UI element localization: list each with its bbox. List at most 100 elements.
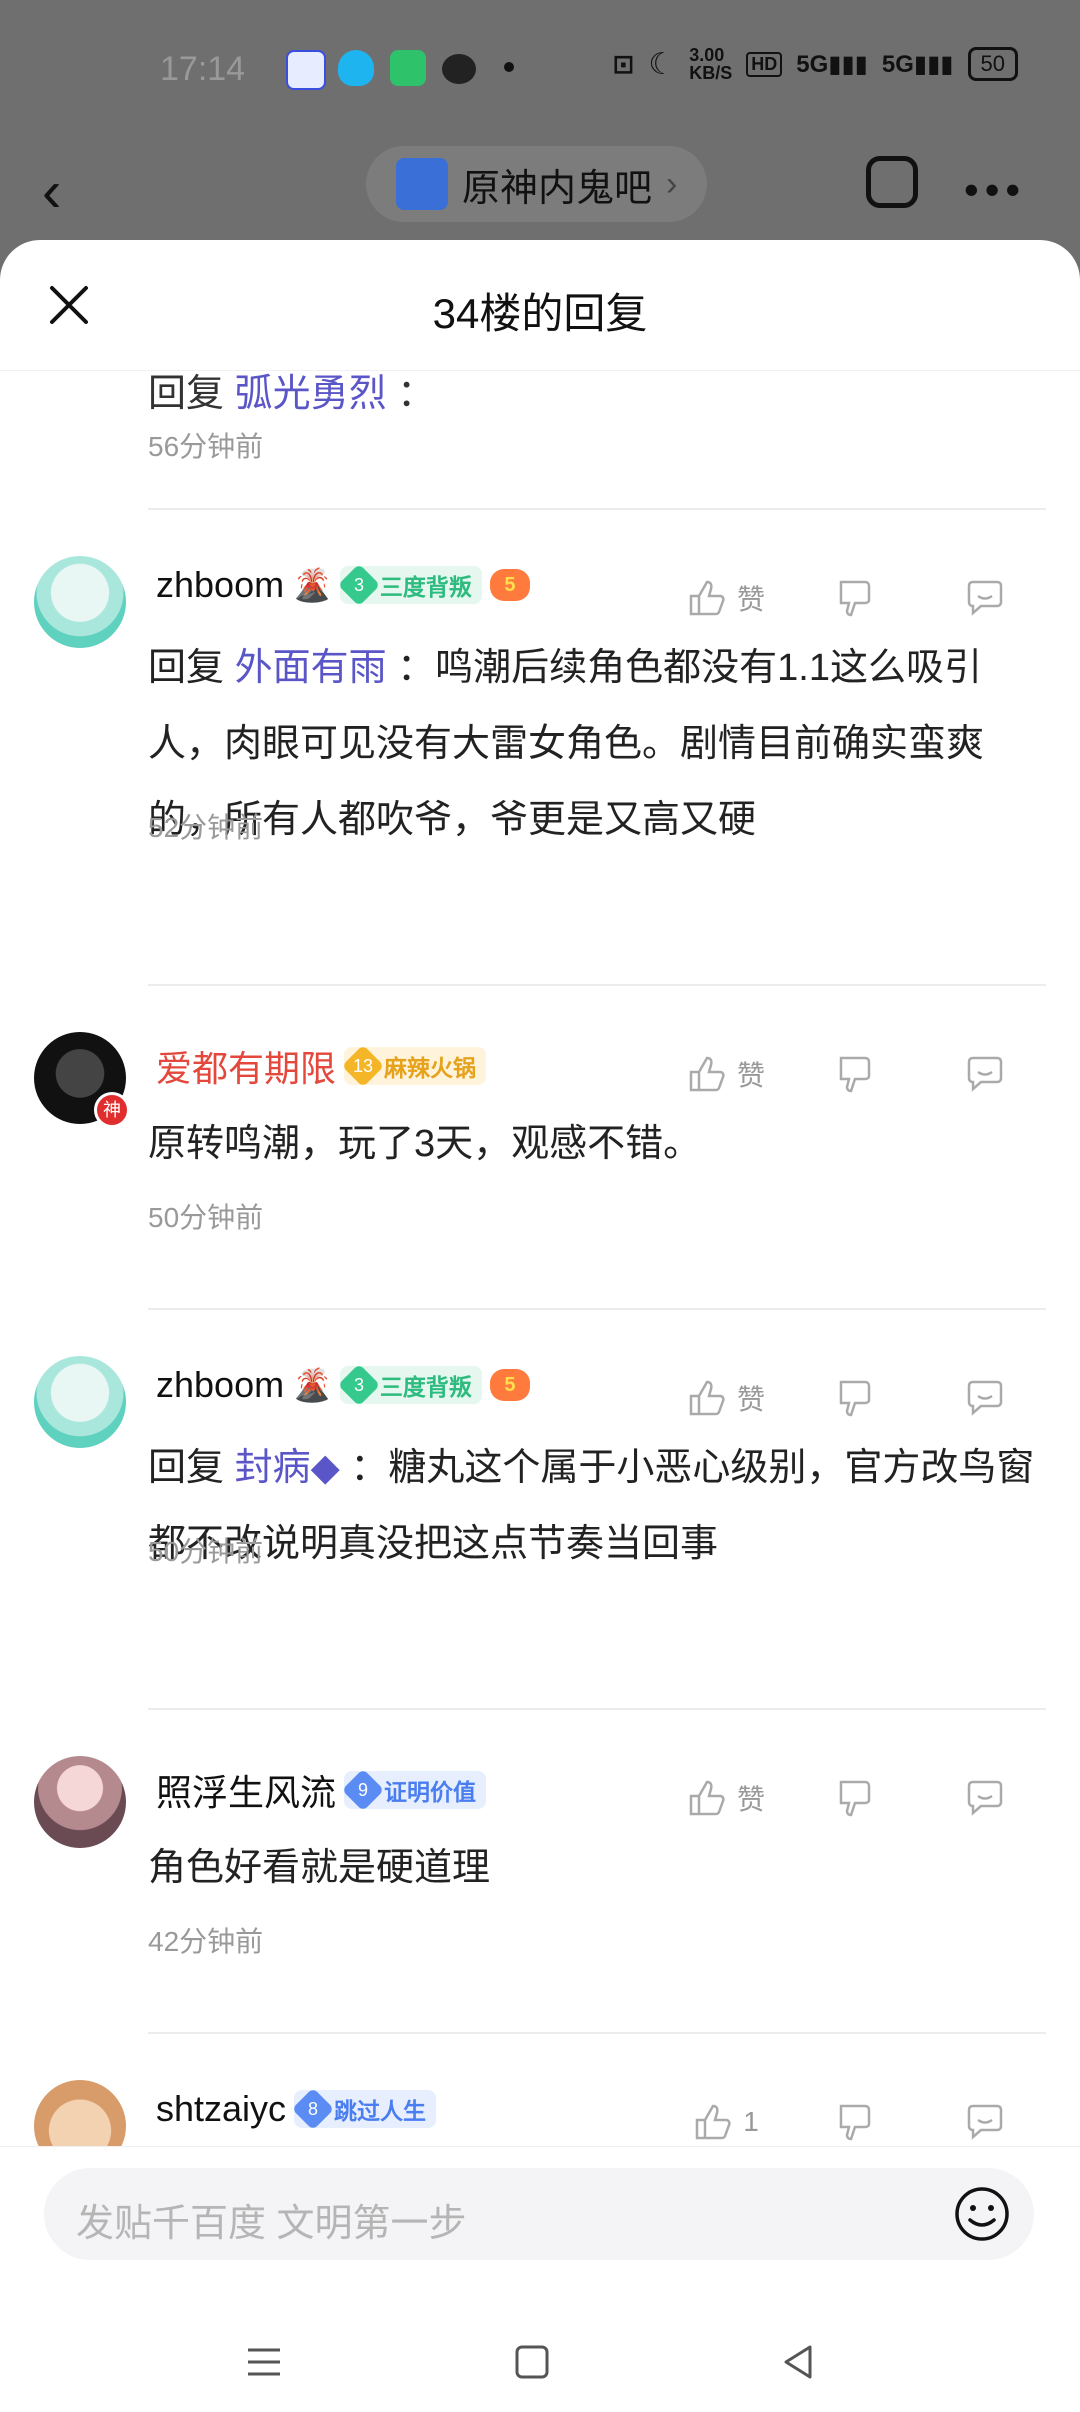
level-title: 证明价值 <box>384 1779 477 1805</box>
avatar[interactable] <box>34 1356 126 1448</box>
nfc-icon: ⊡ <box>612 48 635 79</box>
menu-icon[interactable] <box>244 2342 284 2382</box>
reply-button[interactable] <box>920 2100 1050 2144</box>
like-button[interactable]: 赞 <box>660 1776 790 1820</box>
comment-time: 52分钟前 <box>148 812 264 843</box>
like-button[interactable]: 赞 <box>660 1052 790 1096</box>
comment-actions: 1 <box>660 2100 1050 2144</box>
like-count: 1 <box>743 2106 759 2137</box>
qq-app-icon <box>338 50 374 86</box>
level-title: 麻辣火锅 <box>384 1055 477 1081</box>
emoji-icon[interactable] <box>952 2184 1012 2244</box>
avatar[interactable] <box>34 556 126 648</box>
divider <box>148 2032 1046 2034</box>
level-badge: 3 三度背叛 <box>337 563 482 607</box>
dislike-button[interactable] <box>790 1776 920 1820</box>
dislike-button[interactable] <box>790 2100 920 2144</box>
dislike-button[interactable] <box>790 576 920 620</box>
system-nav-bar <box>0 2300 1080 2412</box>
comment-item: zhboom 🌋 3 三度背叛 5 赞 <box>0 556 1080 846</box>
thumbs-up-icon <box>695 2104 731 2140</box>
username-text: shtzaiyc <box>156 2088 287 2129</box>
controller-badge-icon: 5 <box>489 1369 530 1401</box>
like-label: 赞 <box>736 584 765 615</box>
reply-sheet: 34楼的回复 回复 弧光勇烈 ： 56分钟前 zhboom 🌋 3 三度背叛 5 <box>0 240 1080 2412</box>
level-badge: 9 证明价值 <box>341 1768 487 1812</box>
comment-item: zhboom 🌋 3 三度背叛 5 赞 <box>0 1356 1080 1596</box>
username-text: 照浮生风流 <box>156 1772 337 1813</box>
battery-icon: 50 <box>967 47 1018 81</box>
controller-badge-icon: 5 <box>489 569 530 601</box>
like-button[interactable]: 赞 <box>660 576 790 620</box>
comment-bubble-icon <box>967 2104 1003 2140</box>
reply-button[interactable] <box>920 1052 1050 1096</box>
reply-button[interactable] <box>920 576 1050 620</box>
volcano-icon: 🌋 <box>292 1367 332 1403</box>
comment-body: 回复 封病◆ ：糖丸这个属于小恶心级别，官方改鸟窗都不改说明真没把这点节奏当回事 <box>148 1430 1050 1582</box>
like-button[interactable]: 赞 <box>660 1376 790 1420</box>
moon-icon: ☾ <box>648 47 676 81</box>
sheet-header: 34楼的回复 <box>0 240 1080 371</box>
like-button[interactable]: 1 <box>660 2100 790 2144</box>
forum-pill[interactable]: 原神内鬼吧 › <box>366 146 708 222</box>
level-title: 三度背叛 <box>379 574 472 600</box>
comment-actions: 赞 <box>660 576 1050 620</box>
reply-to-link[interactable]: 外面有雨 <box>235 647 387 689</box>
home-icon[interactable] <box>512 2342 552 2382</box>
thumbs-down-icon <box>839 580 871 617</box>
comment-input[interactable]: 发贴千百度 文明第一步 <box>44 2168 1034 2260</box>
reply-prefix: 回复 <box>148 373 225 415</box>
tieba-app-icon <box>286 50 326 90</box>
thumbs-up-icon <box>689 1780 725 1816</box>
thumbs-down-icon <box>839 1780 871 1817</box>
level-number: 8 <box>308 2099 319 2119</box>
username[interactable]: zhboom 🌋 3 三度背叛 5 <box>156 1363 530 1407</box>
comment-time: 50分钟前 <box>148 1202 264 1233</box>
partial-reply-text: 回复 弧光勇烈 ： <box>148 370 435 417</box>
comment-item: 神 爱都有期限 13 麻辣火锅 赞 原转鸣潮，玩了3天，观感不错。 50分钟前 <box>0 1032 1080 1233</box>
reply-to-link[interactable]: 弧光勇烈 <box>235 373 387 415</box>
forum-name: 原神内鬼吧 <box>462 167 653 210</box>
chevron-right-icon: › <box>666 164 678 203</box>
reply-button[interactable] <box>920 1376 1050 1420</box>
reply-button[interactable] <box>920 1776 1050 1820</box>
more-icon[interactable]: ••• <box>964 166 1026 214</box>
forum-logo-icon <box>396 158 448 210</box>
comment-time: 50分钟前 <box>148 1536 264 1567</box>
comment-body: 回复 外面有雨 ：鸣潮后续角色都没有1.1这么吸引人，肉眼可见没有大雷女角色。剧… <box>148 630 1050 858</box>
reply-to-link[interactable]: 封病◆ <box>235 1447 340 1489</box>
reply-prefix: 回复 <box>148 647 225 689</box>
input-placeholder: 发贴千百度 文明第一步 <box>76 2203 467 2245</box>
thumbs-down-icon <box>839 1056 871 1093</box>
username[interactable]: 照浮生风流 9 证明价值 <box>156 1764 487 1816</box>
username-text: 爱都有期限 <box>156 1048 337 1089</box>
reply-list[interactable]: 回复 弧光勇烈 ： 56分钟前 zhboom 🌋 3 三度背叛 5 赞 回复 外… <box>0 370 1080 2180</box>
thumbs-down-icon <box>839 2104 871 2141</box>
dot-icon <box>504 62 514 72</box>
level-badge: 3 三度背叛 <box>337 1363 482 1407</box>
like-label: 赞 <box>736 1784 765 1815</box>
level-number: 9 <box>358 1780 369 1800</box>
thumbs-up-icon <box>689 1056 725 1092</box>
divider <box>148 1708 1046 1710</box>
avatar[interactable] <box>34 1756 126 1848</box>
level-badge: 13 麻辣火锅 <box>341 1044 487 1088</box>
level-badge: 8 跳过人生 <box>291 2087 437 2131</box>
comment-actions: 赞 <box>660 1052 1050 1096</box>
comment-actions: 赞 <box>660 1776 1050 1820</box>
shop-app-icon <box>390 50 426 86</box>
level-number: 3 <box>353 1375 364 1395</box>
username[interactable]: zhboom 🌋 3 三度背叛 5 <box>156 563 530 607</box>
back-nav-icon[interactable] <box>778 2342 818 2382</box>
dislike-button[interactable] <box>790 1052 920 1096</box>
reply-prefix: 回复 <box>148 1447 225 1489</box>
like-label: 赞 <box>736 1060 765 1091</box>
divider <box>148 508 1046 510</box>
username[interactable]: 爱都有期限 13 麻辣火锅 <box>156 1040 487 1092</box>
dislike-button[interactable] <box>790 1376 920 1420</box>
back-icon[interactable]: ‹ <box>42 158 61 225</box>
edit-icon[interactable] <box>866 156 918 208</box>
comment-bubble-icon <box>967 1780 1003 1816</box>
username[interactable]: shtzaiyc 8 跳过人生 <box>156 2087 437 2131</box>
sheet-title: 34楼的回复 <box>432 290 648 337</box>
